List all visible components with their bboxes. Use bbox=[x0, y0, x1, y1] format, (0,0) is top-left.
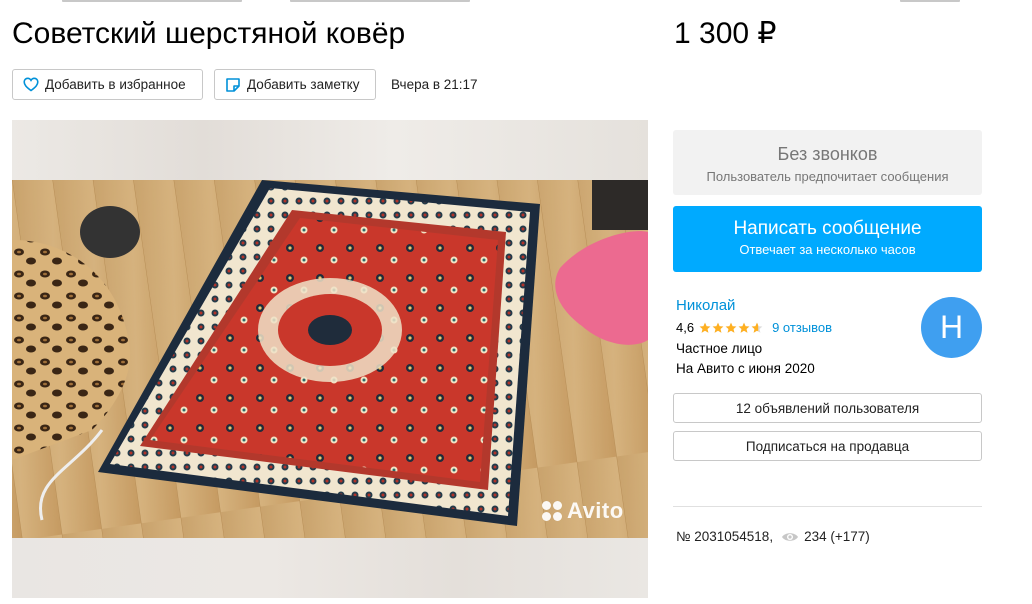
photo-blur-top bbox=[12, 120, 648, 180]
write-message-subtitle: Отвечает за несколько часов bbox=[739, 242, 916, 257]
posted-date: Вчера в 21:17 bbox=[391, 77, 478, 92]
write-message-button[interactable]: Написать сообщение Отвечает за несколько… bbox=[673, 206, 982, 272]
avito-logo-icon bbox=[542, 501, 562, 521]
star-icon bbox=[751, 322, 763, 333]
write-message-title: Написать сообщение bbox=[733, 218, 922, 239]
no-calls-notice: Без звонков Пользователь предпочитает со… bbox=[673, 130, 982, 195]
carpet-photo bbox=[12, 180, 648, 538]
listing-photo[interactable]: Avito bbox=[12, 120, 648, 598]
seller-since: На Авито с июня 2020 bbox=[676, 361, 815, 376]
add-note-label: Добавить заметку bbox=[247, 77, 360, 92]
photo-watermark: Avito bbox=[542, 498, 624, 524]
star-icon bbox=[725, 322, 737, 333]
subscribe-seller-button[interactable]: Подписаться на продавца bbox=[673, 431, 982, 461]
heart-icon bbox=[23, 77, 39, 92]
seller-rating: 4,6 9 отзывов bbox=[676, 319, 832, 337]
cropped-breadcrumb-line bbox=[0, 0, 1032, 6]
add-note-button[interactable]: Добавить заметку bbox=[214, 69, 376, 100]
no-calls-title: Без звонков bbox=[777, 144, 878, 164]
add-to-favorites-button[interactable]: Добавить в избранное bbox=[12, 69, 203, 100]
divider bbox=[673, 506, 982, 507]
listing-number: № 2031054518, bbox=[676, 529, 774, 544]
views-count: 234 (+177) bbox=[804, 529, 870, 544]
rating-stars bbox=[699, 322, 764, 334]
reviews-link[interactable]: 9 отзывов bbox=[772, 319, 832, 337]
seller-listings-button[interactable]: 12 объявлений пользователя bbox=[673, 393, 982, 423]
photo-blur-bottom bbox=[12, 538, 648, 598]
listing-meta: № 2031054518, 234 (+177) bbox=[676, 528, 870, 546]
seller-name-link[interactable]: Николай bbox=[676, 297, 735, 315]
listing-price: 1 300 ₽ bbox=[674, 17, 777, 50]
eye-icon bbox=[782, 533, 799, 541]
rating-value: 4,6 bbox=[676, 320, 695, 335]
listing-title: Советский шерстяной ковёр bbox=[12, 17, 406, 50]
star-icon bbox=[738, 322, 750, 333]
add-to-favorites-label: Добавить в избранное bbox=[45, 77, 186, 92]
seller-avatar[interactable]: Н bbox=[921, 297, 982, 358]
watermark-text: Avito bbox=[567, 498, 624, 523]
star-icon bbox=[712, 322, 724, 333]
note-icon bbox=[226, 77, 240, 92]
no-calls-subtitle: Пользователь предпочитает сообщения bbox=[706, 169, 949, 184]
star-icon bbox=[699, 322, 711, 333]
seller-type: Частное лицо bbox=[676, 341, 763, 356]
